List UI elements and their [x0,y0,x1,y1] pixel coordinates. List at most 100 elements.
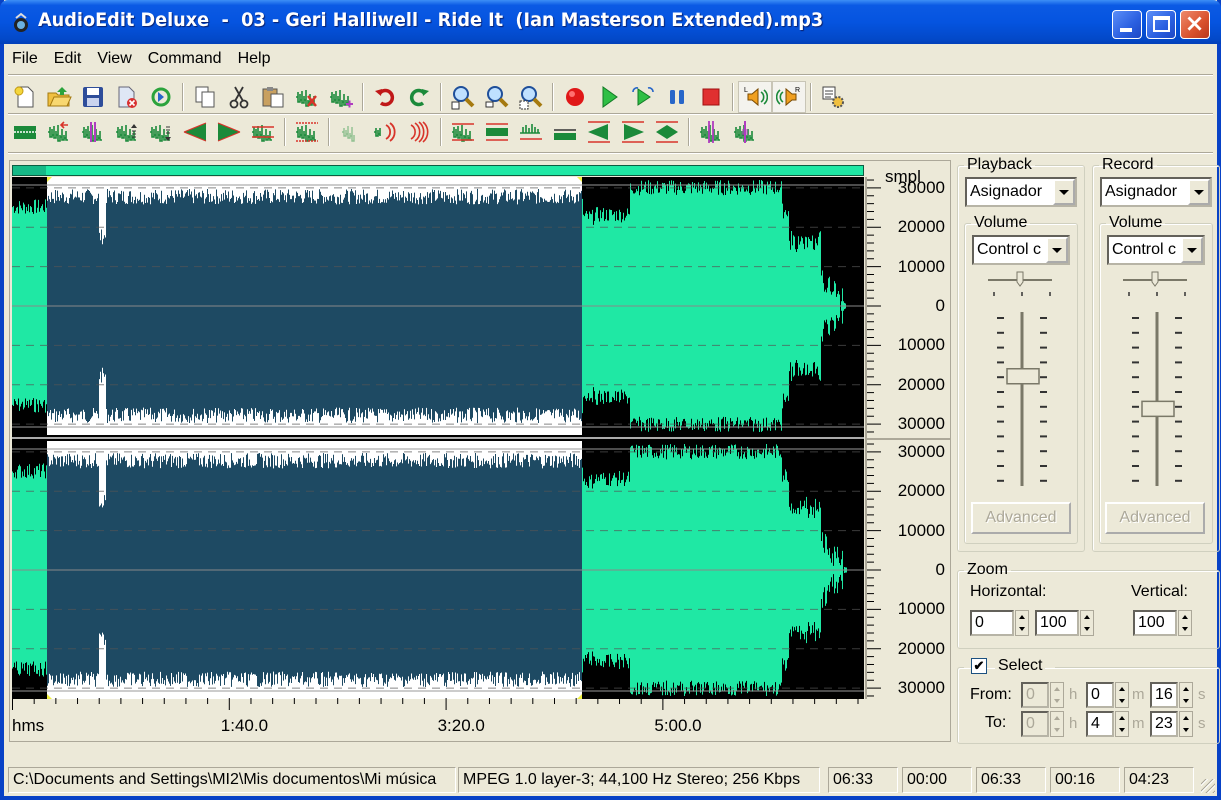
playback-advanced-button[interactable]: Advanced [971,502,1071,534]
attenuate-button[interactable] [144,116,178,148]
x-unit-label: hms [12,716,45,735]
new-file-icon [14,86,34,108]
status-format: MPEG 1.0 layer-3; 44,100 Hz Stereo; 256 … [458,767,820,793]
zoom-horizontal-to-spinner[interactable] [1080,610,1094,636]
reverse-icon [48,121,68,142]
cut-button[interactable] [222,81,256,113]
from-seconds-input[interactable]: 16 [1150,682,1178,708]
zoom-vertical-input[interactable]: 100 [1133,610,1177,636]
to-minutes-spinner[interactable] [1115,711,1129,737]
close-button[interactable] [1180,10,1210,39]
balance-thumb[interactable] [1016,271,1024,287]
undo-button[interactable] [368,81,402,113]
stretch-button[interactable] [290,116,324,148]
chevron-down-icon[interactable] [1053,179,1075,205]
right-channel-button[interactable]: R [772,81,806,113]
title-bar[interactable]: AudioEdit Deluxe - 03 - Geri Halliwell -… [0,0,1221,44]
vertical-zoom-label: Vertical: [1131,583,1188,600]
y-tick-label: 10000 [897,520,945,540]
pitch-down-button[interactable] [582,116,616,148]
left-channel-button[interactable]: L [738,81,772,113]
balance-thumb[interactable] [1151,271,1159,287]
zoom-horizontal-from-input[interactable]: 0 [970,610,1014,636]
menu-view[interactable]: View [89,46,139,72]
fade-in-button[interactable] [178,116,212,148]
playback-device-select[interactable]: Asignador [965,177,1077,207]
close-file-button[interactable] [110,81,144,113]
overview-bar[interactable] [12,165,864,176]
play-button[interactable] [592,81,626,113]
zoom-vertical-spinner[interactable] [1178,610,1192,636]
zoom-horizontal-to-input[interactable]: 100 [1035,610,1079,636]
fade-out-button[interactable] [212,116,246,148]
pause-button[interactable] [660,81,694,113]
record-volume-control-select[interactable]: Control c [1107,235,1205,265]
compress-button[interactable] [650,116,684,148]
equalizer-button[interactable] [548,116,582,148]
select-checkbox[interactable]: ✔ [971,658,987,674]
from-minutes-input[interactable]: 0 [1086,682,1114,708]
redo-button[interactable] [402,81,436,113]
insert-silence-button[interactable] [76,116,110,148]
to-seconds-input[interactable]: 23 [1150,711,1178,737]
resize-grip[interactable] [1201,779,1215,793]
chevron-down-icon[interactable] [1046,237,1068,263]
marker-button[interactable] [728,116,762,148]
settings-button[interactable] [816,81,850,113]
redo-icon [409,88,429,107]
menu-file[interactable]: File [4,46,46,72]
to-minutes-input[interactable]: 4 [1086,711,1114,737]
new-file-button[interactable] [8,81,42,113]
chevron-down-icon[interactable] [1181,237,1203,263]
volume-thumb[interactable] [1141,400,1175,418]
record-volume-slider[interactable] [1115,268,1195,493]
status-end: 06:33 [976,767,1046,793]
playback-volume-control-select[interactable]: Control c [972,235,1070,265]
echo-button[interactable] [368,116,402,148]
record-advanced-button[interactable]: Advanced [1105,502,1205,534]
maximize-button[interactable] [1146,10,1176,39]
paste-button[interactable] [256,81,290,113]
stop-button[interactable] [694,81,728,113]
high-pass-button[interactable] [514,116,548,148]
low-pass-button[interactable] [480,116,514,148]
amplify-button[interactable] [110,116,144,148]
time-axis: hms 1:40.0 3:20.0 5:00.0 [12,698,864,738]
y-tick-label: 30000 [897,678,945,698]
open-folder-button[interactable] [42,81,76,113]
waveform-canvas[interactable] [12,177,864,699]
zoom-horizontal-from-spinner[interactable] [1015,610,1029,636]
chevron-down-icon[interactable] [1188,179,1210,205]
convert-button[interactable] [144,81,178,113]
reverse-button[interactable] [42,116,76,148]
to-seconds-spinner[interactable] [1179,711,1193,737]
band-filter-button[interactable] [446,116,480,148]
menu-help[interactable]: Help [230,46,279,72]
pitch-down-icon [588,121,610,143]
paste-mix-button[interactable] [324,81,358,113]
zoom-selection-button[interactable] [514,81,548,113]
menu-edit[interactable]: Edit [46,46,90,72]
noise-gate-button[interactable] [246,116,280,148]
to-label: To: [985,714,1007,731]
split-marker-button[interactable] [694,116,728,148]
reverb-button[interactable] [402,116,436,148]
zoom-in-button[interactable] [446,81,480,113]
copy-button[interactable] [188,81,222,113]
zoom-out-button[interactable] [480,81,514,113]
volume-thumb[interactable] [1006,368,1040,385]
minimize-button[interactable] [1112,10,1142,39]
from-seconds-spinner[interactable] [1179,682,1193,708]
playback-volume-slider[interactable] [980,268,1060,493]
menu-command[interactable]: Command [140,46,230,72]
from-minutes-spinner[interactable] [1115,682,1129,708]
window-title: AudioEdit Deluxe - 03 - Geri Halliwell -… [38,9,824,31]
chorus-button[interactable] [334,116,368,148]
pitch-up-button[interactable] [616,116,650,148]
save-button[interactable] [76,81,110,113]
delete-selection-button[interactable] [290,81,324,113]
record-button[interactable] [558,81,592,113]
normalize-button[interactable] [8,116,42,148]
play-loop-button[interactable] [626,81,660,113]
record-device-select[interactable]: Asignador [1100,177,1212,207]
